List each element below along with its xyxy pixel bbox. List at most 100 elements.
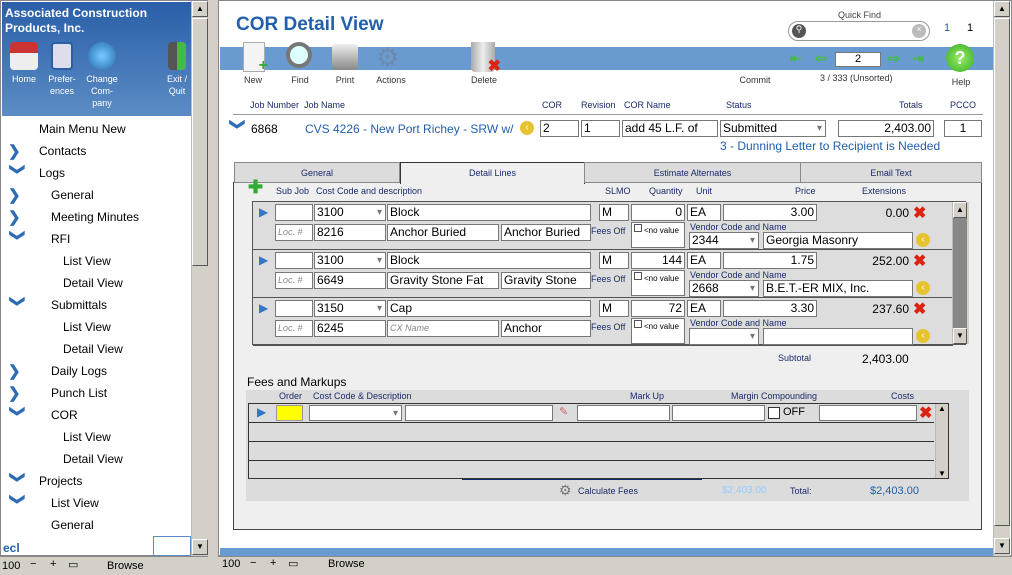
margin-compounding-checkbox[interactable] (768, 407, 780, 419)
delete-line-icon[interactable]: ✖ (913, 203, 926, 223)
location-field[interactable]: Loc. # (275, 320, 313, 337)
no-value-checkbox-field[interactable]: <no value (631, 318, 685, 344)
markup-value-field[interactable] (672, 405, 765, 421)
calculate-gear-icon[interactable]: ⚙ (559, 482, 572, 499)
go-to-vendor-icon[interactable]: ‹ (916, 281, 930, 295)
go-to-job-icon[interactable]: ‹ (520, 121, 534, 135)
clear-icon[interactable]: × (912, 24, 926, 38)
delete-button[interactable]: Delete (464, 75, 504, 85)
chevron-down-icon[interactable]: ❯ (9, 229, 27, 249)
last-record-icon[interactable]: ⇥ (912, 50, 924, 67)
sidebar-item[interactable]: General (51, 514, 94, 536)
scroll-down-button[interactable]: ▼ (994, 538, 1010, 554)
fee-cost-code-select[interactable] (309, 405, 402, 421)
cost-code-select[interactable]: 3150 (314, 300, 386, 317)
scroll-thumb[interactable] (192, 18, 208, 266)
sidebar-item[interactable]: List View (63, 426, 111, 448)
calculate-fees-button[interactable]: Calculate Fees (578, 486, 638, 496)
chevron-down-icon[interactable]: ❯ (9, 295, 27, 315)
expand-line-icon[interactable]: ▶ (259, 205, 268, 219)
sidebar-item[interactable]: Logs (39, 162, 65, 184)
first-record-icon[interactable]: ⇤ (790, 50, 802, 67)
fees-scrollbar[interactable]: ▲ ▼ (935, 404, 948, 478)
name2-field[interactable]: Anchor Buried (501, 224, 591, 241)
sidebar-item[interactable]: Punch List (51, 382, 107, 404)
actions-gears-icon[interactable]: ⚙ (376, 42, 406, 72)
order-field[interactable] (276, 405, 303, 421)
location-field[interactable]: Loc. # (275, 272, 313, 289)
change-company-button[interactable]: Change Com-pany (84, 42, 120, 109)
new-document-icon[interactable]: + (243, 42, 268, 74)
chevron-right-icon[interactable]: ❯ (8, 384, 28, 402)
print-button[interactable]: Print (325, 75, 365, 85)
vendor-code-select[interactable] (689, 328, 759, 345)
sidebar-item[interactable]: General (51, 184, 94, 206)
unit-field[interactable]: EA (687, 204, 721, 221)
unit-field[interactable]: EA (687, 300, 721, 317)
zoom-in-icon[interactable]: + (50, 558, 56, 570)
sidebar-item[interactable]: COR (51, 404, 78, 426)
delete-line-icon[interactable]: ✖ (913, 299, 926, 319)
code2-field[interactable]: 8216 (314, 224, 386, 241)
expand-fee-icon[interactable]: ▶ (257, 405, 266, 419)
sidebar-item[interactable]: Submittals (51, 294, 107, 316)
price-field[interactable]: 3.00 (723, 204, 817, 221)
no-value-checkbox-field[interactable]: <no value (631, 222, 685, 248)
quantity-field[interactable]: 144 (631, 252, 685, 269)
expand-line-icon[interactable]: ▶ (259, 301, 268, 315)
vendor-name-field[interactable]: Georgia Masonry (763, 232, 913, 249)
sidebar-item[interactable]: Main Menu New (39, 118, 126, 140)
add-line-icon[interactable]: ✚ (248, 178, 263, 196)
code2-field[interactable]: 6245 (314, 320, 386, 337)
exit-button[interactable]: Exit / Quit (162, 42, 192, 97)
cost-code-select[interactable]: 3100 (314, 204, 386, 221)
sidebar-item[interactable]: RFI (51, 228, 70, 250)
delete-fee-icon[interactable]: ✖ (919, 403, 932, 423)
zoom-out-icon[interactable]: − (30, 558, 36, 570)
scroll-up-button[interactable]: ▲ (994, 1, 1010, 17)
scroll-track[interactable] (953, 218, 967, 328)
find-button[interactable]: Find (280, 75, 320, 85)
code2-field[interactable]: 6649 (314, 272, 386, 289)
sidebar-item[interactable]: Detail View (63, 448, 123, 470)
cost-code-select[interactable]: 3100 (314, 252, 386, 269)
price-field[interactable]: 1.75 (723, 252, 817, 269)
chevron-right-icon[interactable]: ❯ (8, 208, 28, 226)
name1-field[interactable]: CX Name (387, 320, 499, 337)
sub-job-field[interactable] (275, 252, 313, 269)
next-record-icon[interactable]: ⇨ (888, 50, 900, 67)
prev-record-icon[interactable]: ⇦ (815, 50, 827, 67)
scroll-up-button[interactable]: ▲ (938, 404, 946, 413)
quick-find-input[interactable]: ⚲ × (788, 21, 930, 41)
sidebar-item[interactable]: List View (63, 316, 111, 338)
location-field[interactable]: Loc. # (275, 224, 313, 241)
sidebar-footer-input[interactable] (153, 536, 191, 556)
sub-job-field[interactable] (275, 204, 313, 221)
vendor-code-select[interactable]: 2344 (689, 232, 759, 249)
tab-detail-lines[interactable]: Detail Lines (400, 162, 585, 184)
chevron-right-icon[interactable]: ❯ (8, 142, 28, 160)
slmo-field[interactable]: M (599, 204, 629, 221)
chevron-right-icon[interactable]: ❯ (8, 186, 28, 204)
scroll-down-button[interactable]: ▼ (192, 539, 208, 555)
toggle-view-icon[interactable]: ▭ (288, 557, 298, 570)
expand-line-icon[interactable]: ▶ (259, 253, 268, 267)
actions-button[interactable]: Actions (371, 75, 411, 85)
eraser-icon[interactable]: ✎ (559, 405, 568, 418)
slmo-field[interactable]: M (599, 300, 629, 317)
pcco-field[interactable]: 1 (944, 120, 982, 137)
sidebar-item[interactable]: Detail View (63, 338, 123, 360)
tab-email-text[interactable]: Email Text (800, 162, 982, 183)
go-to-vendor-icon[interactable]: ‹ (916, 233, 930, 247)
zoom-in-icon[interactable]: + (270, 557, 276, 569)
chevron-down-icon[interactable]: ❯ (9, 163, 27, 183)
name2-field[interactable]: Gravity Stone (501, 272, 591, 289)
help-icon[interactable]: ? (946, 44, 974, 72)
no-value-checkbox-field[interactable]: <no value (631, 270, 685, 296)
fee-description-field[interactable] (405, 405, 553, 421)
scroll-down-button[interactable]: ▼ (953, 328, 967, 344)
tab-estimate-alternates[interactable]: Estimate Alternates (584, 162, 801, 183)
chevron-down-icon[interactable]: ❯ (229, 118, 247, 138)
slmo-field[interactable]: M (599, 252, 629, 269)
preferences-button[interactable]: Prefer-ences (44, 42, 80, 97)
